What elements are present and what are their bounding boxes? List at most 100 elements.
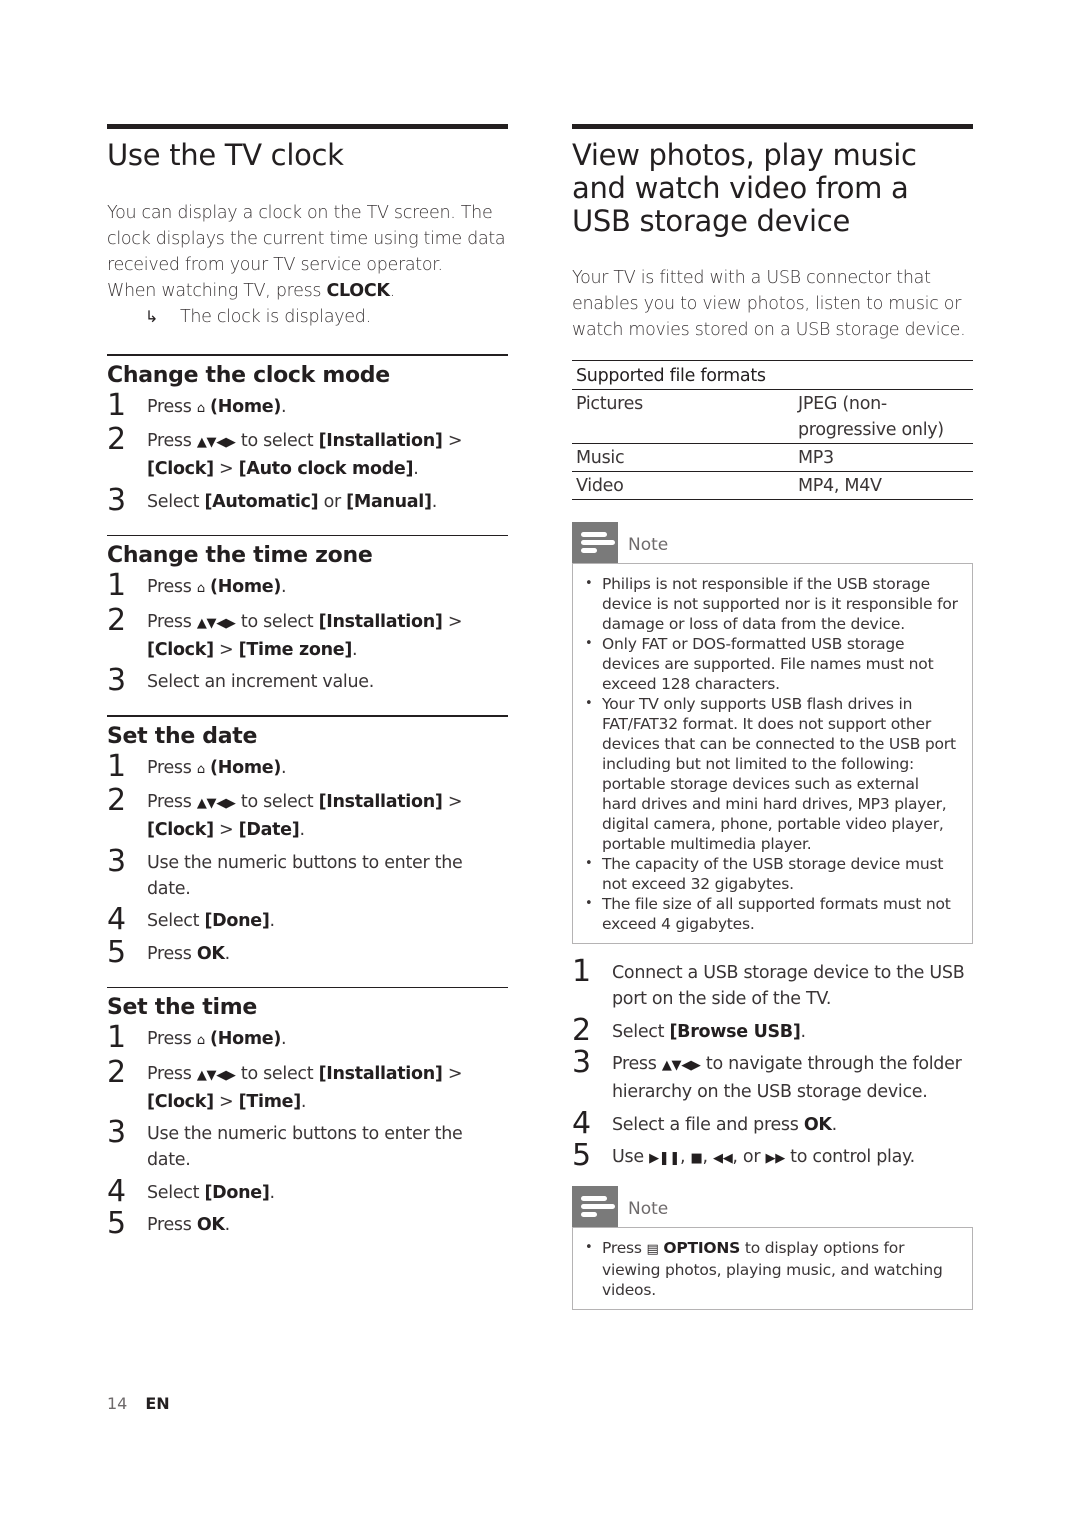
step: 3 Select an increment value. xyxy=(107,664,508,698)
section-heading: Change the time zone xyxy=(107,543,373,568)
note-box-usb: Note • Philips is not responsible if the … xyxy=(572,522,973,944)
step-text: Select xyxy=(147,491,205,512)
path-separator: > xyxy=(213,1091,239,1112)
step-number: 5 xyxy=(572,1138,591,1173)
home-icon: ⌂ xyxy=(196,581,205,596)
nav-arrows-icon: ▲▼◀▶ xyxy=(196,1067,236,1083)
right-column: View photos, play music and watch video … xyxy=(572,124,973,1310)
step-text: Connect a USB storage device to the USB … xyxy=(612,963,965,1009)
page-title-usb: View photos, play music and watch video … xyxy=(572,138,917,238)
bullet-icon: • xyxy=(585,1240,593,1255)
menu-path: [Clock] xyxy=(147,1091,214,1112)
step-text: Select xyxy=(612,1021,670,1042)
step-number: 5 xyxy=(107,934,126,970)
format-value: JPEG (non-progressive only) xyxy=(794,389,973,444)
bullet-icon: • xyxy=(585,636,593,651)
nav-arrows-icon: ▲▼◀▶ xyxy=(661,1058,701,1073)
path-separator: > xyxy=(213,820,239,840)
note-icon xyxy=(572,522,618,563)
step: 4 Select [Done]. xyxy=(107,903,508,937)
step-text: . xyxy=(800,1021,807,1042)
format-type: Music xyxy=(572,443,794,472)
step: 1 Connect a USB storage device to the USB… xyxy=(572,955,973,1012)
step-text: Press xyxy=(147,943,197,964)
clock-intro: You can display a clock on the TV screen… xyxy=(107,200,508,330)
menu-path: [Time zone] xyxy=(238,639,353,660)
section-clock-mode: Change the clock mode 1 Press ⌂ (Home). 2… xyxy=(107,354,508,517)
step-text: Select xyxy=(147,911,205,931)
bullet-icon: • xyxy=(585,696,593,711)
step: 2 Press ▲▼◀▶ to select [Installation] > [… xyxy=(107,784,508,843)
language-code: EN xyxy=(145,1394,170,1413)
note-item: • Philips is not responsible if the USB s… xyxy=(583,574,958,634)
note-item: • Only FAT or DOS-formatted USB storage d… xyxy=(583,634,958,694)
table-header: Supported file formats xyxy=(572,360,973,390)
section-set-time: Set the time 1 Press ⌂ (Home). 2 Press ▲▼◀… xyxy=(107,986,508,1241)
option-label: [Manual] xyxy=(346,491,432,512)
step-text: Press xyxy=(147,577,197,597)
clock-intro-press: When watching TV, press CLOCK. xyxy=(107,278,508,304)
step-number: 1 xyxy=(107,1020,126,1055)
intro-suffix: . xyxy=(389,281,396,301)
section-heading: Change the clock mode xyxy=(107,362,390,388)
step-text: . xyxy=(281,757,287,778)
step-text: . xyxy=(300,1091,307,1112)
step-text: , xyxy=(702,1147,713,1167)
step-text: Press xyxy=(147,1215,197,1235)
step-text: Press xyxy=(147,1029,197,1049)
step-text: to select xyxy=(235,792,319,812)
note-header: Note xyxy=(572,522,973,563)
note-body: • Philips is not responsible if the USB s… xyxy=(572,563,973,944)
nav-arrows-icon: ▲▼◀▶ xyxy=(196,435,236,450)
step: 4 Select [Done]. xyxy=(107,1174,508,1208)
note-text: Press xyxy=(602,1239,647,1257)
menu-path: [Installation] xyxy=(318,792,443,812)
step-text: to select xyxy=(235,431,319,451)
step: 5 Press OK. xyxy=(107,1207,508,1241)
step-number: 1 xyxy=(107,748,126,784)
step: 4 Select a file and press OK. xyxy=(572,1106,973,1140)
step-number: 3 xyxy=(107,1115,126,1150)
usb-intro: Your TV is fitted with a USB connector t… xyxy=(572,268,966,340)
step-number: 2 xyxy=(107,1054,126,1090)
step-number: 4 xyxy=(107,902,126,937)
step-text: to select xyxy=(235,1063,319,1084)
path-separator: > xyxy=(213,459,239,479)
path-separator: > xyxy=(213,639,239,660)
section-heading: Set the date xyxy=(107,723,258,749)
step-text: , or xyxy=(732,1147,766,1167)
home-icon: ⌂ xyxy=(196,400,205,416)
menu-path: [Date] xyxy=(238,820,300,840)
rewind-icon: ◀◀ xyxy=(713,1151,733,1166)
result-arrow-icon: ↳ xyxy=(145,307,159,326)
step-number: 2 xyxy=(572,1012,591,1048)
home-icon: ⌂ xyxy=(196,1033,205,1048)
clock-result: ↳ The clock is displayed. xyxy=(107,304,508,330)
result-text: The clock is displayed. xyxy=(180,307,371,327)
steps-list: 1 Press ⌂ (Home). 2 Press ▲▼◀▶ to select [… xyxy=(107,388,508,517)
step-text: . xyxy=(431,491,438,512)
note-text: The capacity of the USB storage device m… xyxy=(602,855,944,893)
left-column: Use the TV clock You can display a clock… xyxy=(107,124,508,1245)
format-type: Video xyxy=(572,471,794,500)
title-rule xyxy=(107,124,508,129)
step-number: 3 xyxy=(107,843,126,879)
note-header: Note xyxy=(572,1186,973,1227)
key-label: OPTIONS xyxy=(663,1239,741,1257)
options-icon: ▤ xyxy=(646,1242,659,1257)
intro-prefix: When watching TV, press xyxy=(107,281,327,301)
step-text: Select a file and press xyxy=(612,1114,804,1135)
section-rule xyxy=(107,534,508,536)
step-text: Press xyxy=(147,431,197,451)
step-text: or xyxy=(318,491,347,512)
step-text: to select xyxy=(235,611,319,632)
page-title-tv-clock: Use the TV clock xyxy=(107,138,344,172)
step-text: . xyxy=(281,1029,287,1049)
step-text: Select an increment value. xyxy=(147,672,374,692)
step-text: . xyxy=(831,1114,838,1135)
step-text: Use the numeric buttons to enter the dat… xyxy=(147,1124,463,1170)
step-number: 4 xyxy=(107,1173,126,1209)
menu-path: [Installation] xyxy=(318,611,443,632)
step-text: Use xyxy=(612,1147,650,1167)
path-separator: > xyxy=(442,431,463,451)
